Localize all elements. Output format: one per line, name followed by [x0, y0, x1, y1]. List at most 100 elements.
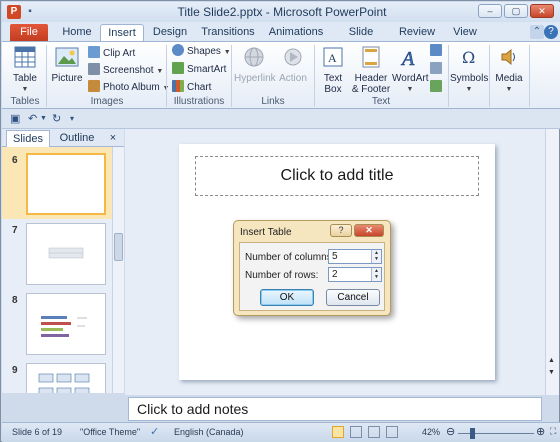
- columns-value: 5: [332, 251, 338, 262]
- svg-text:A: A: [400, 48, 415, 68]
- help-icon[interactable]: ?: [544, 25, 558, 39]
- language[interactable]: English (Canada): [174, 427, 244, 437]
- customize-qat-icon[interactable]: ▾: [70, 114, 74, 123]
- tab-animations[interactable]: Animations: [266, 24, 326, 42]
- smartart-button[interactable]: SmartArt: [172, 62, 226, 76]
- slides-pane: 6 7 8 9: [2, 147, 112, 393]
- slide-number-button[interactable]: [430, 62, 445, 76]
- tab-transitions[interactable]: Transitions: [200, 24, 256, 42]
- theme-name: "Office Theme": [80, 427, 141, 437]
- slide-thumbnail[interactable]: [26, 223, 106, 285]
- tab-review[interactable]: Review: [396, 24, 438, 42]
- photo-album-label: Photo Album: [103, 82, 160, 93]
- date-time-button[interactable]: [430, 44, 445, 58]
- undo-icon[interactable]: ↶: [28, 112, 37, 125]
- dialog-close-button[interactable]: ✕: [354, 224, 384, 237]
- object-button[interactable]: [430, 80, 445, 94]
- omega-icon: Ω: [462, 48, 475, 67]
- text-box-label-line2: Box: [324, 84, 342, 95]
- slide-thumbnail[interactable]: [26, 363, 106, 393]
- chart-button[interactable]: Chart: [172, 80, 211, 94]
- main-scrollbar[interactable]: ▲ ▼: [545, 129, 559, 395]
- zoom-out-icon[interactable]: ⊖: [446, 425, 455, 438]
- minimize-button[interactable]: –: [478, 4, 502, 18]
- insert-table-dialog: Insert Table ? ✕ Number of columns: 5 ▲ ▼…: [233, 220, 391, 316]
- screenshot-button[interactable]: Screenshot ▼: [88, 63, 163, 77]
- slide-thumbnail[interactable]: [26, 153, 106, 215]
- tab-design[interactable]: Design: [148, 24, 192, 42]
- slide-sorter-view-icon[interactable]: [350, 426, 362, 438]
- notes-pane[interactable]: Click to add notes: [128, 397, 542, 421]
- symbols-button[interactable]: Ω Symbols ▼: [450, 46, 488, 95]
- zoom-in-icon[interactable]: ⊕: [536, 425, 545, 438]
- powerpoint-app-icon[interactable]: P: [7, 5, 21, 19]
- tab-insert[interactable]: Insert: [100, 24, 144, 42]
- slide-number: 7: [12, 225, 18, 236]
- spinner-arrows-icon[interactable]: ▲ ▼: [371, 268, 381, 281]
- hyperlink-button[interactable]: Hyperlink: [234, 46, 276, 84]
- slide-number: 9: [12, 365, 18, 376]
- media-button[interactable]: Media ▼: [492, 46, 526, 95]
- ok-button[interactable]: OK: [260, 289, 314, 306]
- spinner-arrows-icon[interactable]: ▲ ▼: [371, 250, 381, 263]
- fit-slide-icon[interactable]: ⛶: [550, 426, 556, 437]
- zoom-percent[interactable]: 42%: [422, 427, 440, 437]
- dialog-help-button[interactable]: ?: [330, 224, 352, 237]
- columns-spinner[interactable]: 5 ▲ ▼: [328, 249, 382, 264]
- normal-view-icon[interactable]: [332, 426, 344, 438]
- tab-file[interactable]: File: [10, 24, 48, 42]
- slide-show-view-icon[interactable]: [386, 426, 398, 438]
- status-bar: Slide 6 of 19 "Office Theme" ✓ English (…: [2, 422, 560, 442]
- previous-slide-icon[interactable]: ▲: [548, 357, 555, 364]
- close-window-button[interactable]: ✕: [530, 4, 554, 18]
- ribbon: Table ▼ Tables Picture Clip Art Screensh…: [2, 41, 560, 109]
- title-placeholder[interactable]: Click to add title: [195, 156, 479, 196]
- clip-art-button[interactable]: Clip Art: [88, 46, 135, 60]
- text-box-button[interactable]: A Text Box: [318, 46, 348, 95]
- smartart-label: SmartArt: [187, 64, 227, 75]
- tab-home[interactable]: Home: [58, 24, 96, 42]
- tab-slides[interactable]: Slides: [6, 130, 50, 147]
- shapes-button[interactable]: Shapes ▼: [172, 44, 231, 58]
- save-icon[interactable]: ▪: [24, 6, 36, 18]
- next-slide-icon[interactable]: ▼: [548, 369, 555, 376]
- group-label-links: Links: [261, 96, 285, 107]
- picture-button[interactable]: Picture: [50, 46, 84, 84]
- group-divider: [529, 45, 530, 107]
- undo-dropdown-chevron-icon[interactable]: ▼: [40, 115, 47, 122]
- cancel-button[interactable]: Cancel: [326, 289, 380, 306]
- photo-album-button[interactable]: Photo Album ▼: [88, 80, 169, 94]
- zoom-slider-thumb[interactable]: [469, 428, 475, 439]
- rows-spinner[interactable]: 2 ▲ ▼: [328, 267, 382, 282]
- speaker-icon: [501, 48, 515, 66]
- maximize-button[interactable]: ▢: [504, 4, 528, 18]
- redo-icon[interactable]: ↻: [52, 112, 61, 125]
- screenshot-icon: [88, 63, 100, 75]
- wordart-icon: A: [400, 48, 416, 71]
- clip-art-label: Clip Art: [103, 48, 136, 59]
- svg-text:Ω: Ω: [462, 48, 475, 67]
- dialog-title: Insert Table: [240, 227, 292, 238]
- table-label: Table: [13, 73, 37, 84]
- reading-view-icon[interactable]: [368, 426, 380, 438]
- tab-outline[interactable]: Outline: [52, 130, 102, 147]
- tab-slide-show[interactable]: Slide Show: [336, 24, 386, 55]
- wordart-button[interactable]: A WordArt ▼: [392, 46, 429, 95]
- slide-thumbnail[interactable]: [26, 293, 106, 355]
- pane-close-button[interactable]: ×: [106, 130, 120, 147]
- save-icon[interactable]: ▣: [10, 112, 20, 125]
- pane-tabs: Slides Outline ×: [2, 129, 124, 147]
- wordart-label: WordArt: [392, 73, 429, 84]
- scrollbar-thumb[interactable]: [114, 233, 123, 261]
- thumbnail-chart-graphic: [41, 316, 87, 337]
- chevron-down-icon: ▼: [156, 68, 164, 75]
- table-button[interactable]: Table ▼: [8, 46, 42, 95]
- header-footer-button[interactable]: Header & Footer: [350, 46, 392, 95]
- shapes-label: Shapes: [187, 46, 221, 57]
- slides-pane-scrollbar[interactable]: [112, 147, 124, 393]
- minimize-ribbon-icon[interactable]: ⌃: [530, 25, 544, 39]
- spell-check-icon[interactable]: ✓: [150, 425, 159, 438]
- action-button[interactable]: Action: [276, 46, 310, 84]
- screenshot-label: Screenshot: [103, 65, 154, 76]
- tab-view[interactable]: View: [448, 24, 482, 42]
